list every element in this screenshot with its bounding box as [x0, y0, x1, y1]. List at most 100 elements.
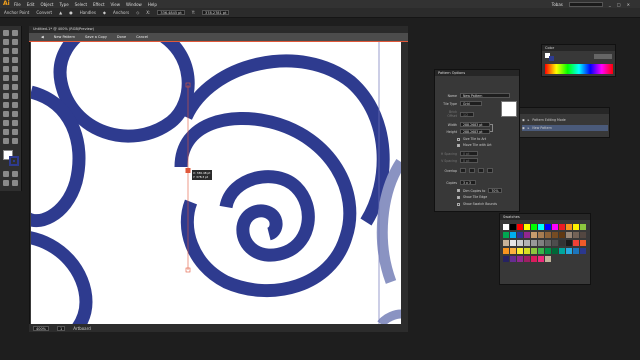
- convert-corner-icon[interactable]: ▲: [59, 10, 62, 15]
- gradient-tool-icon[interactable]: [12, 102, 18, 108]
- type-tool-icon[interactable]: [12, 48, 18, 54]
- save-copy-button[interactable]: Save a Copy: [85, 35, 107, 39]
- color-swatch[interactable]: [503, 248, 509, 254]
- color-hex-field[interactable]: [594, 54, 612, 59]
- menu-effect[interactable]: Effect: [93, 2, 105, 7]
- workspace-switcher[interactable]: Tobas: [552, 2, 563, 7]
- direct-selection-tool-icon[interactable]: [12, 30, 18, 36]
- color-swatch[interactable]: [545, 224, 551, 230]
- layer-row[interactable]: ◉ ▸ Pattern Editing Mode: [522, 117, 608, 123]
- color-swatch[interactable]: [566, 232, 572, 238]
- color-swatch[interactable]: [517, 240, 523, 246]
- close-icon[interactable]: ✕: [627, 2, 630, 7]
- color-swatch[interactable]: [573, 248, 579, 254]
- color-panel-title[interactable]: Color: [542, 45, 615, 51]
- visibility-eye-icon[interactable]: ◉: [522, 126, 525, 130]
- pattern-name-input[interactable]: New Pattern: [460, 93, 510, 98]
- color-swatch[interactable]: [517, 224, 523, 230]
- draw-mode-icon[interactable]: [3, 180, 9, 186]
- color-swatch[interactable]: [545, 256, 551, 262]
- color-swatch[interactable]: [552, 224, 558, 230]
- color-swatch[interactable]: [531, 224, 537, 230]
- color-swatch[interactable]: [510, 240, 516, 246]
- done-button[interactable]: Done: [117, 35, 126, 39]
- menu-object[interactable]: Object: [40, 2, 53, 7]
- h-spacing-input[interactable]: 0 pt: [460, 151, 478, 156]
- magic-wand-tool-icon[interactable]: [3, 39, 9, 45]
- document-tab-title[interactable]: Untitled-1* @ 400% (RGB/Preview): [33, 27, 94, 31]
- color-swatch[interactable]: [580, 240, 586, 246]
- color-swatch[interactable]: [545, 248, 551, 254]
- menu-type[interactable]: Type: [59, 2, 68, 7]
- color-swatch[interactable]: [524, 224, 530, 230]
- handles-icon[interactable]: ◆: [103, 10, 106, 15]
- color-swatch[interactable]: [566, 248, 572, 254]
- link-dimensions-icon[interactable]: [490, 124, 493, 132]
- minimize-icon[interactable]: _: [609, 2, 611, 7]
- size-tile-to-art-checkbox[interactable]: [457, 137, 460, 141]
- artboard-number-field[interactable]: 1: [57, 325, 66, 331]
- brick-offset-select[interactable]: 1/2: [460, 111, 474, 117]
- color-swatch[interactable]: [559, 240, 565, 246]
- color-swatch[interactable]: [566, 224, 572, 230]
- color-swatch[interactable]: [580, 248, 586, 254]
- color-swatch[interactable]: [552, 232, 558, 238]
- search-field[interactable]: [568, 1, 603, 7]
- graph-tool-icon[interactable]: [12, 120, 18, 126]
- show-swatch-bounds-checkbox[interactable]: [457, 202, 460, 206]
- width-tool-icon[interactable]: [3, 84, 9, 90]
- color-stroke-chip[interactable]: [549, 56, 554, 61]
- shape-builder-tool-icon[interactable]: [3, 93, 9, 99]
- move-tile-checkbox[interactable]: [457, 143, 460, 147]
- pencil-tool-icon[interactable]: [12, 66, 18, 72]
- color-swatch[interactable]: [517, 256, 523, 262]
- color-swatch[interactable]: [524, 232, 530, 238]
- color-swatch[interactable]: [524, 256, 530, 262]
- pattern-options-title[interactable]: Pattern Options: [435, 70, 519, 76]
- color-swatch[interactable]: [538, 256, 544, 262]
- swatches-panel-title[interactable]: Swatches: [500, 214, 590, 220]
- color-swatch[interactable]: [503, 256, 509, 262]
- slice-tool-icon[interactable]: [12, 129, 18, 135]
- overlap-bottom-icon[interactable]: [487, 168, 493, 173]
- symbol-sprayer-tool-icon[interactable]: [3, 120, 9, 126]
- show-tile-edge-checkbox[interactable]: [457, 195, 460, 199]
- blend-tool-icon[interactable]: [12, 111, 18, 117]
- pen-tool-icon[interactable]: [3, 48, 9, 54]
- expand-arrow-icon[interactable]: ▸: [528, 126, 530, 130]
- color-swatch[interactable]: [559, 232, 565, 238]
- menu-edit[interactable]: Edit: [27, 2, 35, 7]
- expand-arrow-icon[interactable]: ▸: [528, 118, 530, 122]
- x-coordinate-field[interactable]: 336.4845 pt: [157, 10, 185, 15]
- color-swatch[interactable]: [510, 248, 516, 254]
- color-swatch[interactable]: [538, 240, 544, 246]
- mesh-tool-icon[interactable]: [3, 102, 9, 108]
- dim-copies-select[interactable]: 70%: [488, 188, 503, 193]
- overlap-top-icon[interactable]: [478, 168, 484, 173]
- document-tab[interactable]: Untitled-1* @ 400% (RGB/Preview): [29, 26, 408, 33]
- color-swatch[interactable]: [510, 256, 516, 262]
- anchors-icon[interactable]: ◇: [136, 10, 139, 15]
- dim-copies-checkbox[interactable]: [457, 189, 460, 192]
- color-swatch[interactable]: [538, 232, 544, 238]
- rectangle-tool-icon[interactable]: [12, 57, 18, 63]
- color-swatch[interactable]: [517, 232, 523, 238]
- lasso-tool-icon[interactable]: [12, 39, 18, 45]
- color-swatch[interactable]: [552, 248, 558, 254]
- color-swatch[interactable]: [503, 240, 509, 246]
- scale-tool-icon[interactable]: [12, 75, 18, 81]
- pattern-artwork[interactable]: [31, 42, 401, 324]
- hand-tool-icon[interactable]: [3, 138, 9, 144]
- eyedropper-tool-icon[interactable]: [3, 111, 9, 117]
- color-swatch[interactable]: [503, 224, 509, 230]
- color-swatch[interactable]: [524, 240, 530, 246]
- menu-window[interactable]: Window: [126, 2, 142, 7]
- y-coordinate-field[interactable]: 378.2781 pt: [202, 10, 230, 15]
- color-swatch[interactable]: [545, 232, 551, 238]
- color-mode-icon[interactable]: [3, 171, 9, 177]
- screen-mode-icon[interactable]: [12, 180, 18, 186]
- color-swatch[interactable]: [566, 240, 572, 246]
- color-swatch[interactable]: [573, 240, 579, 246]
- selection-tool-icon[interactable]: [3, 30, 9, 36]
- color-spectrum[interactable]: [545, 64, 613, 74]
